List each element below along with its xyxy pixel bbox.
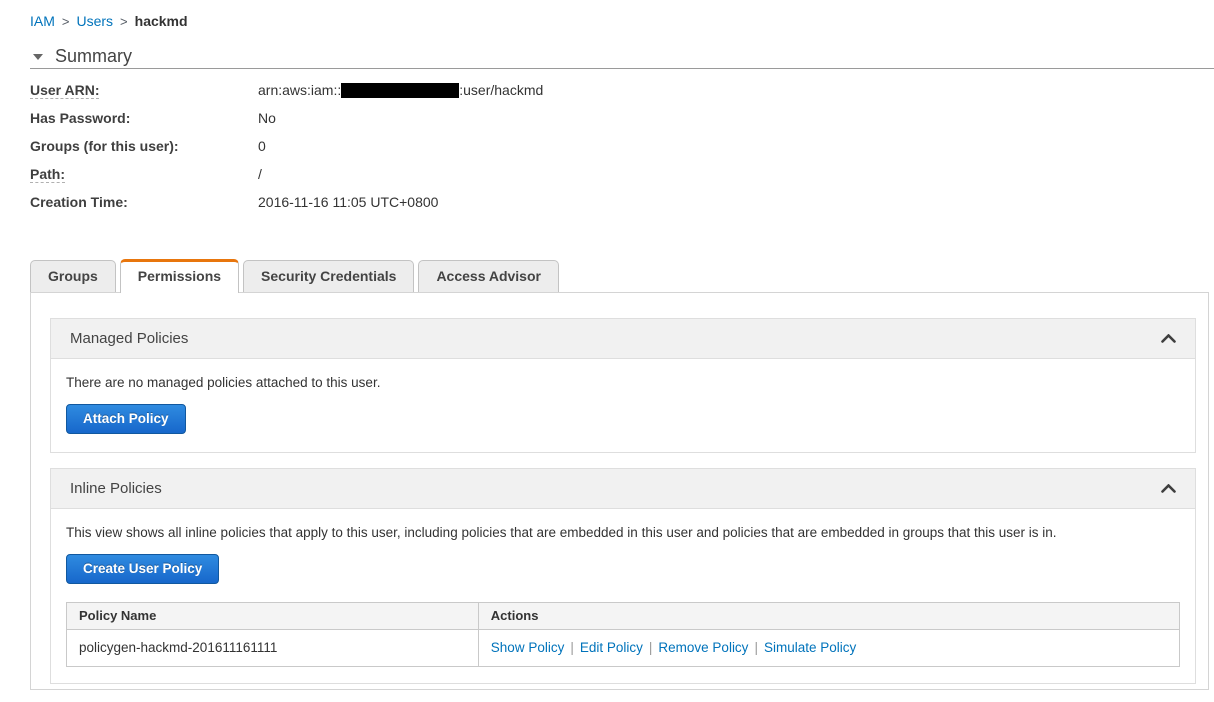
column-header-policy-name: Policy Name <box>66 602 479 630</box>
managed-policies-header[interactable]: Managed Policies <box>51 319 1195 359</box>
path-value: / <box>258 166 262 182</box>
remove-policy-link[interactable]: Remove Policy <box>658 640 748 655</box>
tab-bar: Groups Permissions Security Credentials … <box>30 259 563 293</box>
managed-policies-title: Managed Policies <box>70 330 189 347</box>
field-row-creation-time: Creation Time: 2016-11-16 11:05 UTC+0800 <box>30 188 543 216</box>
attach-policy-button[interactable]: Attach Policy <box>66 404 186 434</box>
create-user-policy-button[interactable]: Create User Policy <box>66 554 220 584</box>
creation-time-value: 2016-11-16 11:05 UTC+0800 <box>258 194 439 210</box>
table-row: policygen-hackmd-201611161111 Show Polic… <box>66 629 1181 667</box>
collapse-chevron-icon[interactable] <box>1161 334 1176 343</box>
inline-policies-table: Policy Name Actions policygen-hackmd-201… <box>66 602 1181 667</box>
action-separator: | <box>570 640 574 655</box>
summary-section-header[interactable]: Summary <box>33 46 132 67</box>
field-row-user-arn: User ARN: arn:aws:iam:::user/hackmd <box>30 76 543 104</box>
policy-actions-cell: Show Policy | Edit Policy | Remove Policy | Si… <box>477 629 1181 667</box>
groups-value: 0 <box>258 138 266 154</box>
column-header-actions: Actions <box>477 602 1181 630</box>
show-policy-link[interactable]: Show Policy <box>491 640 565 655</box>
table-header-row: Policy Name Actions <box>66 602 1181 630</box>
path-label: Path: <box>30 166 65 182</box>
has-password-label: Has Password: <box>30 110 131 126</box>
inline-policies-section: Inline Policies This view shows all inli… <box>50 468 1196 684</box>
creation-time-label: Creation Time: <box>30 194 128 210</box>
inline-policies-description: This view shows all inline policies that… <box>66 525 1057 540</box>
action-separator: | <box>754 640 758 655</box>
field-row-groups: Groups (for this user): 0 <box>30 132 543 160</box>
managed-policies-empty-message: There are no managed policies attached t… <box>66 375 381 390</box>
breadcrumb-link-iam[interactable]: IAM <box>30 13 55 29</box>
summary-title: Summary <box>55 46 133 66</box>
edit-policy-link[interactable]: Edit Policy <box>580 640 643 655</box>
policy-name-cell: policygen-hackmd-201611161111 <box>66 629 479 667</box>
inline-policies-header[interactable]: Inline Policies <box>51 469 1195 509</box>
inline-policies-body: This view shows all inline policies that… <box>51 509 1195 683</box>
tab-groups[interactable]: Groups <box>30 260 116 292</box>
tab-security-credentials[interactable]: Security Credentials <box>243 260 415 292</box>
breadcrumb-link-users[interactable]: Users <box>76 13 113 29</box>
simulate-policy-link[interactable]: Simulate Policy <box>764 640 856 655</box>
breadcrumb-separator: > <box>61 14 70 29</box>
field-row-path: Path: / <box>30 160 543 188</box>
breadcrumb-current-user: hackmd <box>134 13 188 29</box>
summary-divider <box>30 68 1214 69</box>
collapse-chevron-icon[interactable] <box>1161 484 1176 493</box>
user-arn-label: User ARN: <box>30 82 100 98</box>
managed-policies-section: Managed Policies There are no managed po… <box>50 318 1196 453</box>
inline-policies-title: Inline Policies <box>70 480 162 497</box>
permissions-tab-panel: Managed Policies There are no managed po… <box>30 292 1209 690</box>
has-password-value: No <box>258 110 276 126</box>
action-separator: | <box>648 640 653 655</box>
redacted-account-id <box>341 83 460 98</box>
collapse-triangle-icon <box>33 53 43 60</box>
groups-label: Groups (for this user): <box>30 138 179 154</box>
field-row-has-password: Has Password: No <box>30 104 543 132</box>
tab-permissions[interactable]: Permissions <box>119 259 240 293</box>
breadcrumb: IAM > Users > hackmd <box>30 13 188 29</box>
summary-fields: User ARN: arn:aws:iam:::user/hackmd Has … <box>30 76 543 216</box>
user-arn-value: arn:aws:iam:::user/hackmd <box>258 82 544 98</box>
tab-access-advisor[interactable]: Access Advisor <box>418 260 559 292</box>
managed-policies-body: There are no managed policies attached t… <box>51 359 1195 452</box>
breadcrumb-separator: > <box>120 14 128 29</box>
